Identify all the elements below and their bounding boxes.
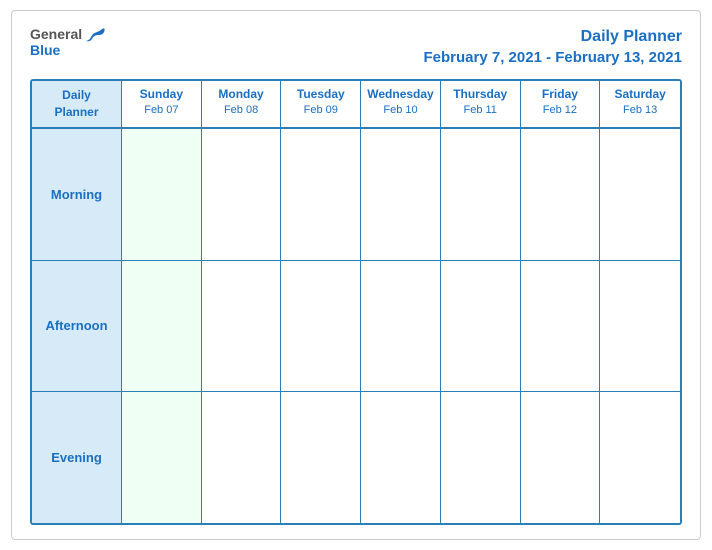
calendar-grid: Daily Planner Sunday Feb 07 Monday Feb 0… <box>30 79 682 525</box>
afternoon-saturday[interactable] <box>600 261 680 392</box>
evening-friday[interactable] <box>521 392 601 523</box>
col-header-sunday: Sunday Feb 07 <box>122 81 202 127</box>
logo-bird-icon <box>84 27 106 43</box>
date-range: February 7, 2021 - February 13, 2021 <box>424 48 682 68</box>
planner-page: General Blue Daily Planner February 7, 2… <box>11 10 701 540</box>
friday-label: Friday <box>525 87 596 103</box>
evening-thursday[interactable] <box>441 392 521 523</box>
afternoon-label: Afternoon <box>32 261 122 392</box>
col-header-monday: Monday Feb 08 <box>202 81 282 127</box>
thursday-date: Feb 11 <box>445 103 516 117</box>
tuesday-label: Tuesday <box>285 87 356 103</box>
logo-general-text: General <box>30 27 82 42</box>
evening-sunday[interactable] <box>122 392 202 523</box>
logo: General Blue <box>30 27 106 58</box>
evening-row: Evening <box>32 392 680 523</box>
planner-title: Daily Planner <box>424 27 682 48</box>
afternoon-wednesday[interactable] <box>361 261 441 392</box>
saturday-date: Feb 13 <box>604 103 676 117</box>
col-header-tuesday: Tuesday Feb 09 <box>281 81 361 127</box>
column-headers: Daily Planner Sunday Feb 07 Monday Feb 0… <box>32 81 680 129</box>
tuesday-date: Feb 09 <box>285 103 356 117</box>
col-header-thursday: Thursday Feb 11 <box>441 81 521 127</box>
col-header-saturday: Saturday Feb 13 <box>600 81 680 127</box>
morning-thursday[interactable] <box>441 129 521 260</box>
morning-row: Morning <box>32 129 680 261</box>
sunday-label: Sunday <box>126 87 197 103</box>
evening-monday[interactable] <box>202 392 282 523</box>
col-header-wednesday: Wednesday Feb 10 <box>361 81 441 127</box>
monday-label: Monday <box>206 87 277 103</box>
wednesday-date: Feb 10 <box>365 103 436 117</box>
thursday-label: Thursday <box>445 87 516 103</box>
col-header-label: Daily Planner <box>32 81 122 127</box>
sunday-date: Feb 07 <box>126 103 197 117</box>
afternoon-row: Afternoon <box>32 261 680 393</box>
calendar-rows: Morning Afternoon <box>32 129 680 523</box>
saturday-label: Saturday <box>604 87 676 103</box>
afternoon-tuesday[interactable] <box>281 261 361 392</box>
friday-date: Feb 12 <box>525 103 596 117</box>
afternoon-sunday[interactable] <box>122 261 202 392</box>
logo-blue-text: Blue <box>30 43 60 58</box>
evening-wednesday[interactable] <box>361 392 441 523</box>
morning-label: Morning <box>32 129 122 260</box>
morning-tuesday[interactable] <box>281 129 361 260</box>
monday-date: Feb 08 <box>206 103 277 117</box>
evening-saturday[interactable] <box>600 392 680 523</box>
evening-label: Evening <box>32 392 122 523</box>
morning-wednesday[interactable] <box>361 129 441 260</box>
morning-friday[interactable] <box>521 129 601 260</box>
wednesday-label: Wednesday <box>365 87 436 103</box>
afternoon-thursday[interactable] <box>441 261 521 392</box>
evening-tuesday[interactable] <box>281 392 361 523</box>
header: General Blue Daily Planner February 7, 2… <box>30 27 682 67</box>
col-day-label: Daily <box>36 87 117 104</box>
header-right: Daily Planner February 7, 2021 - Februar… <box>424 27 682 67</box>
morning-saturday[interactable] <box>600 129 680 260</box>
col-planner-label: Planner <box>36 104 117 121</box>
col-header-friday: Friday Feb 12 <box>521 81 601 127</box>
morning-sunday[interactable] <box>122 129 202 260</box>
afternoon-friday[interactable] <box>521 261 601 392</box>
morning-monday[interactable] <box>202 129 282 260</box>
afternoon-monday[interactable] <box>202 261 282 392</box>
